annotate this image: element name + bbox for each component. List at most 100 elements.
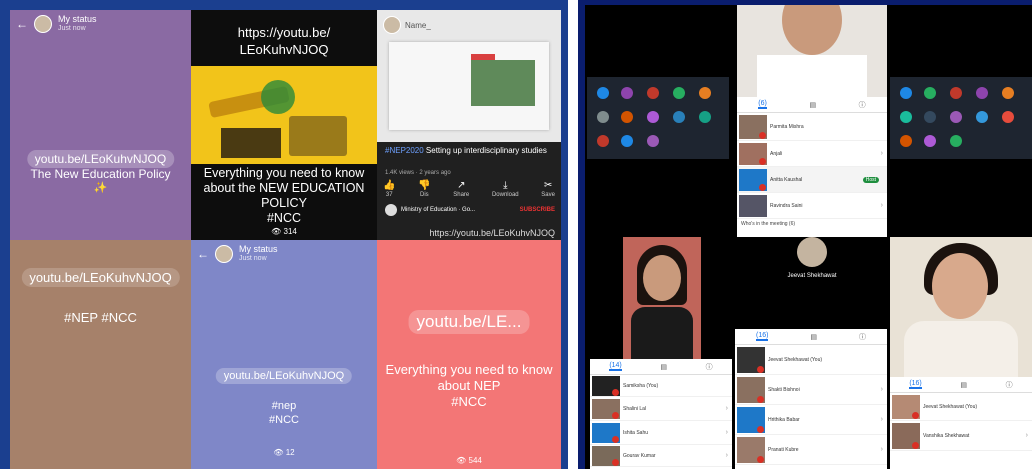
sparkle-icon: ✨ <box>93 182 108 194</box>
chat-tab[interactable]: ▤ <box>809 101 816 109</box>
download-button[interactable]: ⤓ Download <box>492 180 519 198</box>
channel-row: Ministry of Education · Go... SUBSCRIBE <box>385 204 555 216</box>
participant-row[interactable]: Pranati Kubre › <box>735 435 887 465</box>
status-link-pill[interactable]: youtu.be/LEoKuhvNJOQ <box>215 368 353 384</box>
people-tab[interactable]: (16) <box>755 332 769 341</box>
status-link-pill[interactable]: youtu.be/LE... <box>408 310 530 334</box>
avatar <box>383 16 401 34</box>
subscribe-button[interactable]: SUBSCRIBE <box>520 207 555 213</box>
back-arrow-icon[interactable]: ← <box>16 17 28 31</box>
participant-row[interactable]: Ishita Sahu › <box>590 421 732 445</box>
participant-row[interactable]: Hrithika Babar › <box>735 405 887 435</box>
panel-footer: Who's in the meeting (6) <box>741 221 796 227</box>
thumbs-up-icon: 👍 <box>383 180 396 191</box>
status-link-caption[interactable]: https://youtu.be/LEoKuhvNJOQ <box>429 228 555 238</box>
status-tags: #NEP #NCC <box>64 310 137 325</box>
view-count[interactable]: 👁 314 <box>191 227 377 236</box>
dislike-label: Dis <box>420 192 429 198</box>
like-button[interactable]: 👍 37 <box>383 180 395 198</box>
people-tab[interactable]: (6) <box>758 100 767 109</box>
chevron-right-icon: › <box>880 386 883 393</box>
participant-name: Anitta Kaushal <box>770 176 803 183</box>
status-url-line2: LEoKuhvNJOQ <box>239 42 329 57</box>
participant-row[interactable]: Vanshika Shekhawat › <box>890 421 1032 451</box>
participant-row[interactable]: Ravindra Saini › <box>737 193 887 219</box>
participant-name: Samiksha (You) <box>623 382 659 389</box>
collage-screenshot: ← My status Just now youtu.be/LEoKuhvNJO… <box>0 0 1032 469</box>
chat-tab[interactable]: ▤ <box>810 333 817 341</box>
back-arrow-icon[interactable]: ← <box>197 247 209 261</box>
participant-row[interactable]: Anjali › <box>737 141 887 167</box>
participant-name: Vanshika Shekhawat <box>923 432 970 439</box>
participant-name: Ravindra Saini <box>770 202 803 209</box>
status-time: Just now <box>239 255 267 262</box>
dislike-button[interactable]: 👎 Dis <box>418 180 430 198</box>
status-card-youtube[interactable]: Name_ #NEP2020 Setting up interdisciplin… <box>377 10 561 240</box>
youtube-info: #NEP2020 Setting up interdisciplinary st… <box>377 142 561 240</box>
save-button[interactable]: ✂ Save <box>541 180 555 198</box>
video-preview <box>389 42 549 130</box>
status-card-brown[interactable]: youtu.be/LEoKuhvNJOQ #NEP #NCC <box>10 240 191 469</box>
people-tab[interactable]: (16) <box>909 380 922 389</box>
status-link-pill[interactable]: youtu.be/LEoKuhvNJOQ <box>21 268 180 287</box>
participants-panel-mid: (16) ▤ ⓘ Jeevat Shekhawat (You) Shakti B… <box>735 329 887 469</box>
participant-row[interactable]: Samiksha (You) <box>590 375 732 397</box>
chat-tab[interactable]: ▤ <box>660 363 667 371</box>
participant-row[interactable]: Shakti Bishnoi › <box>735 375 887 405</box>
status-card-purple[interactable]: ← My status Just now youtu.be/LEoKuhvNJO… <box>10 10 191 240</box>
info-tab[interactable]: ⓘ <box>1006 380 1013 390</box>
channel-name[interactable]: Ministry of Education · Go... <box>401 207 475 213</box>
participant-row[interactable]: Shalini Lal › <box>590 397 732 421</box>
participants-panel-left: (14) ▤ ⓘ Samiksha (You) Shalini Lal › Ish… <box>590 359 732 469</box>
view-count-value: 12 <box>285 448 295 457</box>
status-url-line1: https://youtu.be/ <box>237 25 331 40</box>
headline-line2: about the NEW EDUCATION <box>203 181 365 195</box>
status-url[interactable]: https://youtu.be/ LEoKuhvNJOQ <box>191 24 377 58</box>
youtube-thumbnail[interactable]: Name_ <box>377 10 561 142</box>
people-tab[interactable]: (14) <box>609 362 622 371</box>
video-hashtag[interactable]: #NEP2020 <box>385 146 424 155</box>
participant-name: Gourav Kumar <box>623 452 656 459</box>
info-tab[interactable]: ⓘ <box>859 100 866 110</box>
video-title: #NEP2020 Setting up interdisciplinary st… <box>385 146 553 156</box>
meet-grid-left <box>587 77 729 159</box>
info-tab[interactable]: ⓘ <box>706 362 713 372</box>
view-count-value: 544 <box>468 456 482 465</box>
host-badge: Host <box>862 176 879 183</box>
participant-video <box>737 5 887 97</box>
status-card-blue[interactable]: ← My status Just now youtu.be/LEoKuhvNJO… <box>191 240 377 469</box>
status-card-pink[interactable]: youtu.be/LE... Everything you need to kn… <box>377 240 561 469</box>
participants-panel-top: (6) ▤ ⓘ Parmita Mishra Anjali › Anitta Ka… <box>737 97 887 237</box>
chevron-right-icon: › <box>880 446 883 453</box>
status-title: Name_ <box>405 20 431 30</box>
channel-logo[interactable] <box>385 204 397 216</box>
save-icon: ✂ <box>543 180 553 191</box>
participant-row[interactable]: Jeevat Shekhawat (You) <box>735 345 887 375</box>
view-count[interactable]: 👁 544 <box>377 456 561 465</box>
view-count[interactable]: 👁 12 <box>191 448 377 457</box>
status-grid: ← My status Just now youtu.be/LEoKuhvNJO… <box>10 10 561 469</box>
nep-illustration <box>191 66 377 164</box>
chevron-right-icon: › <box>725 405 728 412</box>
status-title: My status <box>239 244 278 254</box>
download-label: Download <box>491 192 519 198</box>
chat-tab[interactable]: ▤ <box>960 381 967 389</box>
participant-row[interactable]: Parmita Mishra <box>737 113 887 141</box>
status-card-black[interactable]: https://youtu.be/ LEoKuhvNJOQ Everything… <box>191 10 377 240</box>
headline-line3: POLICY <box>261 196 307 210</box>
meet-grid-right <box>890 77 1032 159</box>
participant-name: Hrithika Babar <box>768 416 800 423</box>
status-header: Name_ <box>383 16 431 34</box>
share-icon: ↗ <box>457 180 466 191</box>
participant-row[interactable]: Jeevat Shekhawat (You) <box>890 393 1032 421</box>
chevron-right-icon: › <box>880 150 883 157</box>
participant-row[interactable]: Gourav Kumar › <box>590 445 732 467</box>
like-count: 37 <box>385 192 393 198</box>
participant-row[interactable]: Anitta Kaushal Host <box>737 167 887 193</box>
share-button[interactable]: ↗ Share <box>453 180 469 198</box>
view-count-value: 314 <box>283 227 297 236</box>
avatar <box>34 15 52 33</box>
participant-name: Shalini Lal <box>623 405 647 412</box>
participant-name-center: Jeevat Shekhawat <box>787 273 837 279</box>
info-tab[interactable]: ⓘ <box>859 332 866 342</box>
